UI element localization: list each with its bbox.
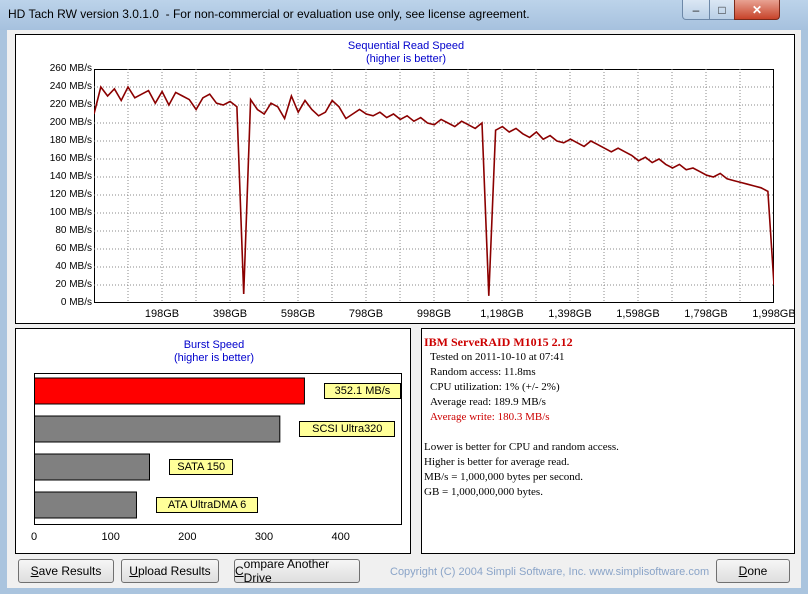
burst-chart-x-tick-label: 400 (331, 531, 350, 543)
read-chart-y-tick-label: 0 MB/s (60, 297, 92, 308)
cpu-utilization: CPU utilization: 1% (+/- 2%) (430, 381, 560, 393)
info-panel: IBM ServeRAID M1015 2.12 Tested on 2011-… (421, 328, 795, 554)
read-chart-x-tick-label: 1,398GB (548, 308, 592, 320)
compare-mnemonic: C (235, 564, 244, 578)
burst-chart-x-tick-label: 200 (178, 531, 197, 543)
read-chart-x-tick-label: 1,598GB (616, 308, 660, 320)
read-chart-y-tick-label: 20 MB/s (55, 279, 92, 290)
average-write: Average write: 180.3 MB/s (430, 411, 550, 423)
read-chart-y-tick-label: 180 MB/s (49, 135, 92, 146)
read-chart-y-tick-label: 40 MB/s (55, 261, 92, 272)
save-results-button[interactable]: Save Results (18, 559, 114, 583)
tested-on: Tested on 2011-10-10 at 07:41 (430, 351, 565, 363)
read-chart-x-tick-label: 1,998GB (752, 308, 796, 320)
burst-bar (34, 415, 281, 443)
random-access: Random access: 11.8ms (430, 366, 536, 378)
read-chart-x-tick-label: 598GB (280, 308, 316, 320)
burst-bar (34, 491, 137, 519)
read-chart-title: Sequential Read Speed (347, 40, 465, 52)
burst-chart-x-tick-label: 300 (254, 531, 274, 543)
read-chart-y-tick-label: 60 MB/s (55, 243, 92, 254)
read-chart-x-tick-label: 1,198GB (480, 308, 524, 320)
burst-bar (34, 453, 150, 481)
read-chart-x-tick-label: 198GB (144, 308, 180, 320)
read-chart-y-tick-label: 240 MB/s (49, 81, 92, 92)
burst-bar-label: SATA 150 (169, 459, 234, 475)
average-read: Average read: 189.9 MB/s (430, 396, 546, 408)
upload-mnemonic: U (129, 564, 138, 578)
burst-bar (34, 377, 305, 405)
compare-another-drive-button[interactable]: Compare Another Drive (234, 557, 360, 585)
window-title: HD Tach RW version 3.0.1.0 - For non-com… (8, 7, 530, 21)
done-mnemonic: D (738, 564, 748, 578)
save-label: ave Results (38, 564, 102, 578)
read-chart-y-tick-label: 120 MB/s (49, 189, 92, 200)
done-label: one (747, 564, 768, 578)
save-mnemonic: S (30, 564, 39, 578)
burst-chart-subtitle: (higher is better) (173, 352, 255, 364)
burst-bar-label: 352.1 MB/s (323, 383, 401, 399)
minimize-icon: – (692, 2, 700, 17)
read-chart-y-tick-label: 140 MB/s (49, 171, 92, 182)
burst-chart-x-tick-label: 0 (30, 531, 38, 543)
note-read: Higher is better for average read. (424, 456, 570, 468)
maximize-button[interactable]: □ (709, 0, 735, 20)
read-chart-y-tick-label: 220 MB/s (49, 99, 92, 110)
title-bar: HD Tach RW version 3.0.1.0 - For non-com… (0, 0, 808, 30)
note-cpu: Lower is better for CPU and random acces… (424, 441, 619, 453)
read-chart-y-tick-label: 260 MB/s (49, 63, 92, 74)
burst-chart-plot: 352.1 MB/s SCSI Ultra320 SATA 150 ATA Ultra… (34, 373, 402, 525)
close-icon: ✕ (751, 2, 763, 17)
read-chart-y-tick-label: 200 MB/s (49, 117, 92, 128)
burst-chart-title: Burst Speed (183, 339, 245, 351)
burst-bar-label: SCSI Ultra320 (299, 421, 396, 437)
read-chart-plot (94, 69, 774, 303)
minimize-button[interactable]: – (682, 0, 710, 20)
copyright-text: Copyright (C) 2004 Simpli Software, Inc.… (390, 566, 710, 578)
read-chart-panel: Sequential Read Speed (higher is better)… (15, 34, 796, 324)
close-button[interactable]: ✕ (734, 0, 780, 20)
read-chart-x-tick-label: 1,798GB (684, 308, 728, 320)
read-chart-y-tick-label: 80 MB/s (55, 225, 92, 236)
read-chart-y-tick-label: 160 MB/s (49, 153, 92, 164)
drive-name: IBM ServeRAID M1015 2.12 (424, 335, 573, 349)
read-chart-x-tick-label: 398GB (212, 308, 248, 320)
read-chart-y-tick-label: 100 MB/s (49, 207, 92, 218)
read-chart-x-tick-label: 998GB (416, 308, 452, 320)
note-mbs: MB/s = 1,000,000 bytes per second. (424, 471, 583, 483)
burst-bar-label: ATA UltraDMA 6 (155, 497, 259, 513)
burst-chart-panel: Burst Speed (higher is better) 352.1 MB/… (15, 328, 411, 554)
compare-label: ompare Another Drive (243, 557, 330, 585)
done-button[interactable]: Done (716, 559, 790, 583)
window-client: Sequential Read Speed (higher is better)… (7, 30, 801, 588)
maximize-icon: □ (718, 2, 726, 17)
note-gb: GB = 1,000,000,000 bytes. (424, 486, 543, 498)
burst-chart-x-tick-label: 100 (101, 531, 120, 543)
upload-label: pload Results (137, 564, 211, 578)
upload-results-button[interactable]: Upload Results (121, 559, 219, 583)
read-chart-subtitle: (higher is better) (365, 53, 447, 65)
read-chart-x-tick-label: 798GB (348, 308, 384, 320)
